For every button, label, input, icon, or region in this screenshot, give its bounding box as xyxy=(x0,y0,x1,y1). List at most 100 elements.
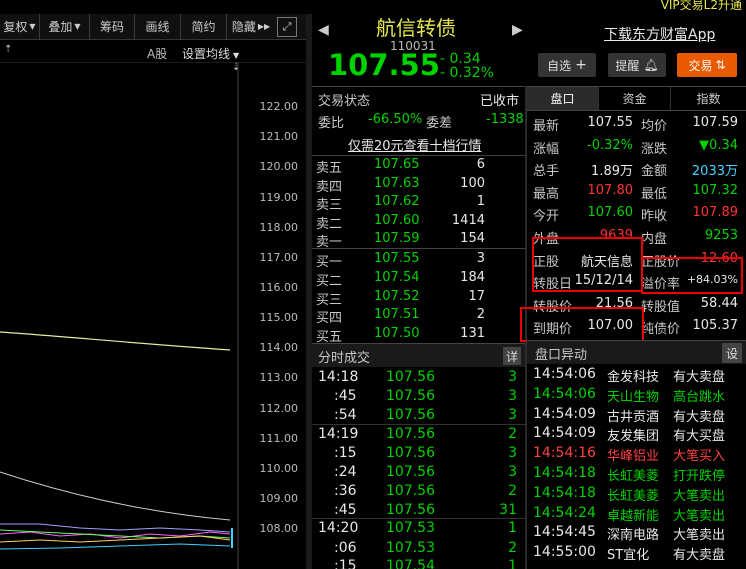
ask-price: 107.60 xyxy=(374,212,420,228)
anomaly-action: 有大卖盘 xyxy=(673,548,726,564)
ask-price: 107.62 xyxy=(374,194,420,209)
anomaly-time: 14:54:06 xyxy=(533,366,596,382)
price-tick: 118.00 xyxy=(259,221,299,234)
tick-price: 107.56 xyxy=(386,369,435,385)
divider xyxy=(312,248,525,249)
bid-volume: 3 xyxy=(476,251,485,266)
tick-time: :45 xyxy=(334,388,357,404)
tick-price: 107.53 xyxy=(386,540,435,556)
tick-time: :36 xyxy=(334,483,357,499)
tick-price: 107.56 xyxy=(386,445,435,461)
ask-price: 107.63 xyxy=(374,175,420,191)
jianyue-button[interactable]: 简约 xyxy=(181,13,227,40)
anomaly-settings-button[interactable]: 设 xyxy=(722,343,742,363)
price-tick: 116.00 xyxy=(259,281,299,294)
ask-volume: 1 xyxy=(476,194,485,209)
bid-label: 买一 xyxy=(316,255,343,270)
stat-value: -0.32% xyxy=(587,137,633,153)
ask-label: 卖二 xyxy=(316,216,343,232)
anomaly-stock: 古井贡酒 xyxy=(607,409,660,425)
chouma-button[interactable]: 筹码 xyxy=(90,13,135,40)
zixuan-button[interactable]: 自选 + xyxy=(538,53,596,77)
bid-label: 买二 xyxy=(316,273,343,289)
tick-volume: 3 xyxy=(508,369,517,385)
weibi-label: 委比 xyxy=(318,116,345,131)
anomaly-time: 14:54:18 xyxy=(533,484,596,501)
tab-zhishu[interactable]: 指数 xyxy=(671,87,746,110)
yincang-button[interactable]: 隐藏 ▶▶ xyxy=(227,14,275,40)
fuquan-button[interactable]: 复权 ▼ xyxy=(0,13,40,40)
price-change-pct: - 0.32% xyxy=(440,65,494,81)
price-axis: 122.00 121.00 120.00 119.00 118.00 117.0… xyxy=(0,62,306,569)
anomaly-action: 大笔卖出 xyxy=(673,508,726,524)
price-tick: 115.00 xyxy=(259,311,299,324)
download-app-link[interactable]: 下载东方财富App xyxy=(604,24,715,44)
stat-value: 107.32 xyxy=(692,182,739,198)
bell-icon: 🔔︎ xyxy=(643,58,659,72)
scroll-up-icon[interactable]: ⇡ xyxy=(4,44,12,55)
expand-icon[interactable]: ⤢ xyxy=(277,16,297,37)
stat-label: 金额 xyxy=(641,164,668,180)
tick-volume: 3 xyxy=(508,464,517,480)
price-tick: 114.00 xyxy=(259,341,299,354)
vip-upgrade-link[interactable]: VIP交易L2升通 xyxy=(661,0,742,13)
anomaly-action: 有大卖盘 xyxy=(673,409,726,425)
ask-label: 卖四 xyxy=(316,179,343,195)
tab-pankou[interactable]: 盘口 xyxy=(527,87,599,110)
tick-time: :15 xyxy=(334,445,357,461)
bid-volume: 17 xyxy=(468,288,485,304)
tick-volume: 3 xyxy=(508,388,517,404)
highlight-box xyxy=(641,257,743,294)
bid-price: 107.50 xyxy=(374,326,420,342)
tick-price: 107.54 xyxy=(386,558,435,569)
stat-label: 涨幅 xyxy=(533,141,560,157)
anomaly-stock: 金发科技 xyxy=(607,370,660,385)
diejia-button[interactable]: 叠加 ▼ xyxy=(40,13,90,40)
ask-volume: 6 xyxy=(476,157,485,172)
promo-link[interactable]: 仅需20元查看十档行情 xyxy=(348,135,482,154)
prev-stock-icon[interactable]: ◀ xyxy=(318,22,329,38)
anomaly-header: 盘口异动 设 xyxy=(527,340,746,364)
ma-setting-button[interactable]: 设置均线 ▼ xyxy=(182,45,239,62)
tick-price: 107.56 xyxy=(386,407,435,423)
bid-label: 买三 xyxy=(316,292,343,308)
ask-volume: 100 xyxy=(460,175,485,191)
stat-value: 107.89 xyxy=(692,205,739,221)
tick-volume: 1 xyxy=(508,520,517,536)
stat-value: 58.44 xyxy=(700,295,738,311)
a-share-label: A股 xyxy=(147,47,168,61)
bid-price: 107.52 xyxy=(374,288,420,304)
stat-value: 1.89万 xyxy=(591,164,633,180)
bid-volume: 131 xyxy=(460,326,485,342)
jiaoyi-button[interactable]: 交易 ⇅ xyxy=(677,53,737,77)
top-strip xyxy=(0,0,746,14)
stat-label: 总手 xyxy=(533,164,560,180)
ask-label: 卖三 xyxy=(316,198,343,213)
price-tick: 119.00 xyxy=(259,191,299,204)
price-tick: 121.00 xyxy=(259,130,299,143)
price-tick: 109.00 xyxy=(259,492,299,505)
ticks-header: 分时成交 详 xyxy=(312,343,525,367)
tab-zijin[interactable]: 资金 xyxy=(599,87,671,110)
anomaly-list[interactable]: 14:54:06 金发科技 有大卖盘 14:54:06 天山生物 高台跳水 14:54:09… xyxy=(527,364,746,569)
bid-price: 107.51 xyxy=(374,307,420,323)
price-tick: 120.00 xyxy=(259,160,299,173)
anomaly-time: 14:54:09 xyxy=(533,405,596,422)
anomaly-time: 14:54:24 xyxy=(533,504,596,521)
price-tick: 122.00 xyxy=(259,100,299,113)
anomaly-time: 14:54:06 xyxy=(533,385,596,402)
stat-value: 105.37 xyxy=(692,318,739,334)
price-tick: 110.00 xyxy=(259,462,299,475)
highlight-box xyxy=(520,307,644,342)
huaxian-button[interactable]: 画线 xyxy=(135,13,181,40)
stat-label: 转股值 xyxy=(641,299,681,315)
anomaly-action: 大笔买入 xyxy=(673,449,726,465)
ticks-detail-button[interactable]: 详 xyxy=(503,347,521,365)
trade-state-value: 已收市 xyxy=(480,94,520,109)
tixing-button[interactable]: 提醒 🔔︎ xyxy=(608,53,666,77)
trade-state-label: 交易状态 xyxy=(318,94,371,109)
next-stock-icon[interactable]: ▶ xyxy=(512,22,523,38)
anomaly-action: 大笔卖出 xyxy=(673,488,726,504)
tick-price: 107.56 xyxy=(386,464,435,480)
anomaly-stock: 长虹美菱 xyxy=(607,469,660,484)
